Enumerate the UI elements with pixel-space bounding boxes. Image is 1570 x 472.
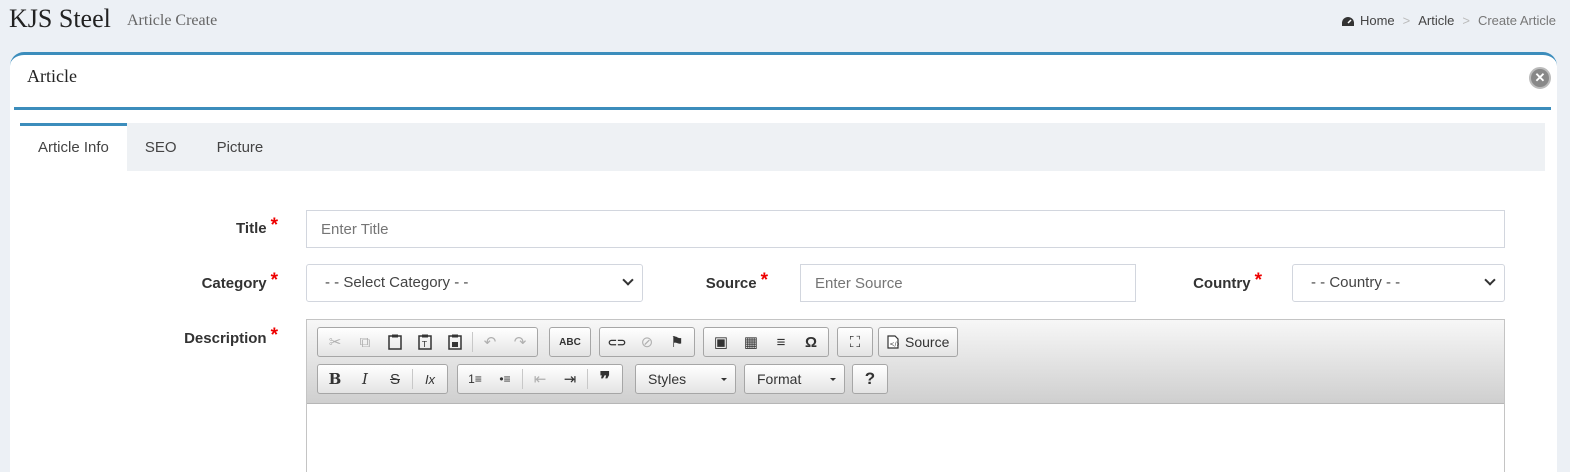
horizontal-rule-icon[interactable]: ≡	[766, 329, 796, 355]
spellcheck-icon[interactable]: ABC	[552, 329, 588, 355]
indent-icon[interactable]: ⇥	[555, 366, 585, 392]
strikethrough-icon[interactable]: S	[380, 366, 410, 392]
country-select-value: - - Country - -	[1311, 274, 1401, 291]
unlink-icon[interactable]: ⊘	[632, 329, 662, 355]
required-marker: *	[1254, 270, 1262, 291]
description-label-text: Description	[184, 330, 267, 347]
title-input[interactable]	[306, 210, 1505, 248]
link-icon[interactable]: ⊂⊃	[602, 329, 632, 355]
italic-icon[interactable]: I	[350, 366, 380, 392]
caret-down-icon	[721, 378, 727, 381]
bulleted-list-icon[interactable]: •≡	[490, 366, 520, 392]
spellcheck-group: ABC	[549, 327, 591, 357]
breadcrumb-home-label: Home	[1359, 13, 1395, 28]
format-dropdown[interactable]: Format	[744, 364, 845, 394]
source-icon: </>	[887, 335, 899, 349]
copy-icon[interactable]: ⧉	[350, 329, 380, 355]
country-label: Country *	[1170, 270, 1262, 294]
toolbar-separator	[587, 369, 588, 389]
content-header: KJS Steel Article Create Home > Article …	[0, 0, 1570, 44]
image-icon[interactable]: ▣	[706, 329, 736, 355]
maximize-group: ⛶	[837, 327, 873, 357]
source-button[interactable]: </> Source	[878, 327, 959, 357]
breadcrumb: Home > Article > Create Article	[1341, 13, 1556, 28]
country-select[interactable]: - - Country - -	[1292, 264, 1505, 302]
styles-dropdown-label: Styles	[648, 371, 687, 387]
required-marker: *	[270, 325, 278, 346]
category-label: Category *	[160, 270, 278, 294]
editor-content-area[interactable]	[307, 404, 1504, 472]
link-group: ⊂⊃ ⊘ ⚑	[599, 327, 695, 357]
insert-group: ▣ ▦ ≡ Ω	[703, 327, 829, 357]
source-input[interactable]	[800, 264, 1136, 302]
close-icon: ✕	[1534, 70, 1546, 85]
outdent-icon[interactable]: ⇤	[525, 366, 555, 392]
title-label-text: Title	[236, 220, 267, 237]
paste-word-icon[interactable]	[440, 329, 470, 355]
required-marker: *	[760, 270, 768, 291]
title-label: Title *	[200, 215, 278, 239]
editor-toolbar: ✂ ⧉ T ↶ ↷ ABC ⊂⊃ ⊘ ⚑ ▣ ▦ ≡ Ω ⛶ </ Source…	[307, 320, 1504, 404]
source-label: Source *	[690, 270, 768, 294]
toolbar-separator	[412, 369, 413, 389]
page-subtitle: Article Create	[127, 12, 218, 29]
dashboard-icon	[1341, 15, 1355, 26]
basic-styles-group: B I S Ix	[317, 364, 448, 394]
tab-picture[interactable]: Picture	[199, 123, 286, 171]
category-select-value: - - Select Category - -	[325, 274, 469, 291]
bold-icon[interactable]: B	[320, 366, 350, 392]
svg-text:</>: </>	[890, 341, 900, 348]
blockquote-icon[interactable]: ❞	[590, 366, 620, 392]
breadcrumb-separator: >	[1462, 13, 1470, 28]
required-marker: *	[270, 215, 278, 236]
styles-dropdown[interactable]: Styles	[635, 364, 736, 394]
maximize-icon[interactable]: ⛶	[840, 329, 870, 355]
breadcrumb-separator: >	[1402, 13, 1411, 28]
undo-icon[interactable]: ↶	[475, 329, 505, 355]
help-group: ?	[852, 364, 888, 394]
breadcrumb-article[interactable]: Article	[1418, 13, 1454, 28]
category-select[interactable]: - - Select Category - -	[306, 264, 643, 302]
redo-icon[interactable]: ↷	[505, 329, 535, 355]
table-icon[interactable]: ▦	[736, 329, 766, 355]
breadcrumb-current: Create Article	[1477, 13, 1556, 28]
chevron-down-icon	[1484, 274, 1496, 286]
format-dropdown-label: Format	[757, 371, 802, 387]
numbered-list-icon[interactable]: 1≡	[460, 366, 490, 392]
rich-text-editor: ✂ ⧉ T ↶ ↷ ABC ⊂⊃ ⊘ ⚑ ▣ ▦ ≡ Ω ⛶ </ Source…	[306, 319, 1505, 472]
toolbar-separator	[522, 369, 523, 389]
box-header: Article ✕	[14, 55, 1551, 110]
anchor-icon[interactable]: ⚑	[662, 329, 692, 355]
description-label: Description *	[160, 325, 278, 349]
source-button-label: Source	[905, 334, 950, 350]
source-label-text: Source	[705, 275, 757, 292]
toolbar-separator	[472, 332, 473, 352]
tab-bar: Article Info SEO Picture	[20, 123, 1545, 171]
breadcrumb-home[interactable]: Home	[1341, 13, 1395, 28]
paste-text-icon[interactable]: T	[410, 329, 440, 355]
category-label-text: Category	[201, 275, 267, 292]
country-label-text: Country	[1193, 275, 1251, 292]
special-char-icon[interactable]: Ω	[796, 329, 826, 355]
chevron-down-icon	[622, 274, 634, 286]
help-icon[interactable]: ?	[855, 366, 885, 392]
remove-format-icon[interactable]: Ix	[415, 366, 445, 392]
tab-seo[interactable]: SEO	[127, 123, 199, 171]
caret-down-icon	[830, 378, 836, 381]
tab-article-info[interactable]: Article Info	[20, 123, 127, 171]
paragraph-group: 1≡ •≡ ⇤ ⇥ ❞	[457, 364, 623, 394]
close-button[interactable]: ✕	[1529, 67, 1551, 89]
svg-text:T: T	[421, 340, 427, 349]
brand-title: KJS Steel	[9, 4, 111, 33]
box-title: Article	[27, 66, 77, 86]
cut-icon[interactable]: ✂	[320, 329, 350, 355]
required-marker: *	[270, 270, 278, 291]
clipboard-group: ✂ ⧉ T ↶ ↷	[317, 327, 538, 357]
paste-icon[interactable]	[380, 329, 410, 355]
